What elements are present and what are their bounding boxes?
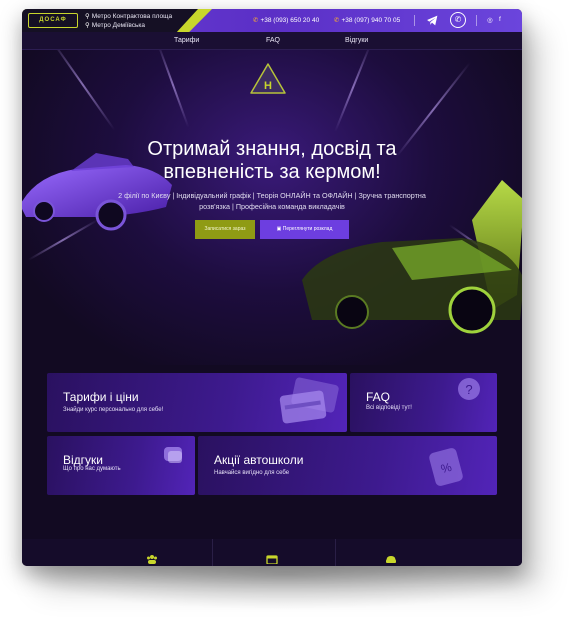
phone-link-1[interactable]: ✆ +38 (093) 650 20 40 (253, 16, 319, 24)
light-ray (334, 50, 372, 132)
viber-icon[interactable]: ✆ (450, 12, 466, 28)
card-reviews[interactable]: Відгуки Що про нас думають (47, 436, 195, 495)
location-pin-icon: ⚲ (85, 22, 90, 29)
people-icon (147, 555, 157, 564)
nav-item-reviews[interactable]: Відгуки (345, 37, 368, 44)
card-subtitle: Всі відповіді тут! (366, 405, 412, 411)
address-1-label: Метро Контрактова площа (91, 13, 173, 20)
card-subtitle: Знайди курс персонально для себе! (63, 407, 164, 413)
phone-icon: ✆ (334, 17, 340, 24)
location-pin-icon: ⚲ (85, 13, 90, 20)
card-title: Акції автошколи (214, 453, 304, 467)
nav-item-faq[interactable]: FAQ (266, 37, 280, 44)
main-nav: Тарифи FAQ Відгуки (22, 32, 522, 50)
discount-tag-icon: % (429, 448, 463, 486)
schedule-button-label: Переглянути розклад (282, 226, 333, 232)
instagram-icon[interactable]: ◎ (487, 16, 493, 24)
logo-text: ДОСАФ (39, 17, 67, 23)
card-promotions[interactable]: Акції автошколи Навчайся вигідно для себ… (198, 436, 497, 495)
page-shadow (20, 560, 550, 610)
hero-title-line-2: впевненість за кермом! (163, 161, 381, 183)
divider (414, 15, 415, 26)
light-ray (50, 50, 116, 131)
car-icon (386, 556, 396, 563)
address-2-label: Метро Деміївська (91, 22, 146, 29)
driving-school-badge-icon: Н (250, 63, 286, 94)
telegram-icon[interactable] (426, 14, 439, 27)
facebook-icon[interactable]: f (499, 16, 501, 23)
svg-text:?: ? (465, 382, 472, 397)
phone-icon: ✆ (253, 17, 259, 24)
address-demiivska[interactable]: ⚲ Метро Деміївська (85, 21, 145, 29)
card-title: Відгуки (63, 453, 104, 467)
divider (335, 539, 336, 566)
nav-item-tariffs[interactable]: Тарифи (174, 37, 199, 44)
signup-button[interactable]: Записатися зараз (195, 220, 255, 239)
top-bar: ДОСАФ ⚲ Метро Контрактова площа ⚲ Метро Де… (22, 9, 522, 32)
light-ray (156, 50, 190, 128)
hero-subtitle: 2 філії по Києву | Індивідуальний графік… (118, 191, 426, 211)
address-contract-square[interactable]: ⚲ Метро Контрактова площа (85, 12, 172, 20)
logo[interactable]: ДОСАФ (28, 13, 78, 28)
phone-2-label: +38 (097) 940 70 05 (341, 17, 401, 24)
card-faq[interactable]: FAQ Всі відповіді тут! ? (350, 373, 497, 432)
badge-letter: Н (264, 80, 272, 92)
card-title: FAQ (366, 390, 391, 404)
phone-1-label: +38 (093) 650 20 40 (260, 17, 320, 24)
question-icon: ? (458, 378, 480, 400)
chat-bubble-icon (164, 447, 182, 463)
phone-link-2[interactable]: ✆ +38 (097) 940 70 05 (334, 16, 400, 24)
features-strip (22, 539, 522, 566)
credit-card-icon (279, 377, 339, 424)
calendar-icon (266, 555, 278, 564)
card-subtitle: Що про нас думають (63, 466, 121, 472)
hero-section: Н Отримай знання, досвід та впевненість … (22, 50, 522, 365)
card-tariffs[interactable]: Тарифи і ціни Знайди курс персонально дл… (47, 373, 347, 432)
hero-title-line-1: Отримай знання, досвід та (147, 138, 397, 160)
schedule-button[interactable]: ▣ Переглянути розклад (260, 220, 349, 239)
card-title: Тарифи і ціни (63, 390, 139, 404)
divider (476, 15, 477, 26)
divider (212, 539, 213, 566)
card-subtitle: Навчайся вигідно для себе (214, 470, 290, 476)
browser-page: ДОСАФ ⚲ Метро Контрактова площа ⚲ Метро Де… (22, 9, 522, 566)
hero-title: Отримай знання, досвід та впевненість за… (22, 138, 522, 184)
